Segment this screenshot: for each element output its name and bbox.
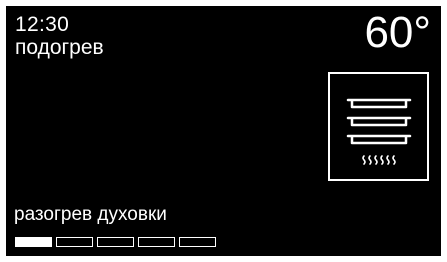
progress-segment: [15, 237, 52, 247]
oven-mode-icon-frame: [328, 72, 429, 181]
preheat-progress-bar: [15, 237, 216, 247]
progress-segment: [179, 237, 216, 247]
oven-display: 12:30 подогрев 60° разогрев духовки: [6, 6, 441, 256]
clock-time: 12:30: [15, 13, 70, 36]
oven-trays-bottom-heat-icon: [346, 98, 412, 165]
cooking-mode-label: подогрев: [15, 36, 104, 59]
progress-segment: [138, 237, 175, 247]
temperature-readout: 60°: [364, 8, 431, 57]
progress-segment: [56, 237, 93, 247]
progress-segment: [97, 237, 134, 247]
status-message: разогрев духовки: [14, 204, 167, 225]
